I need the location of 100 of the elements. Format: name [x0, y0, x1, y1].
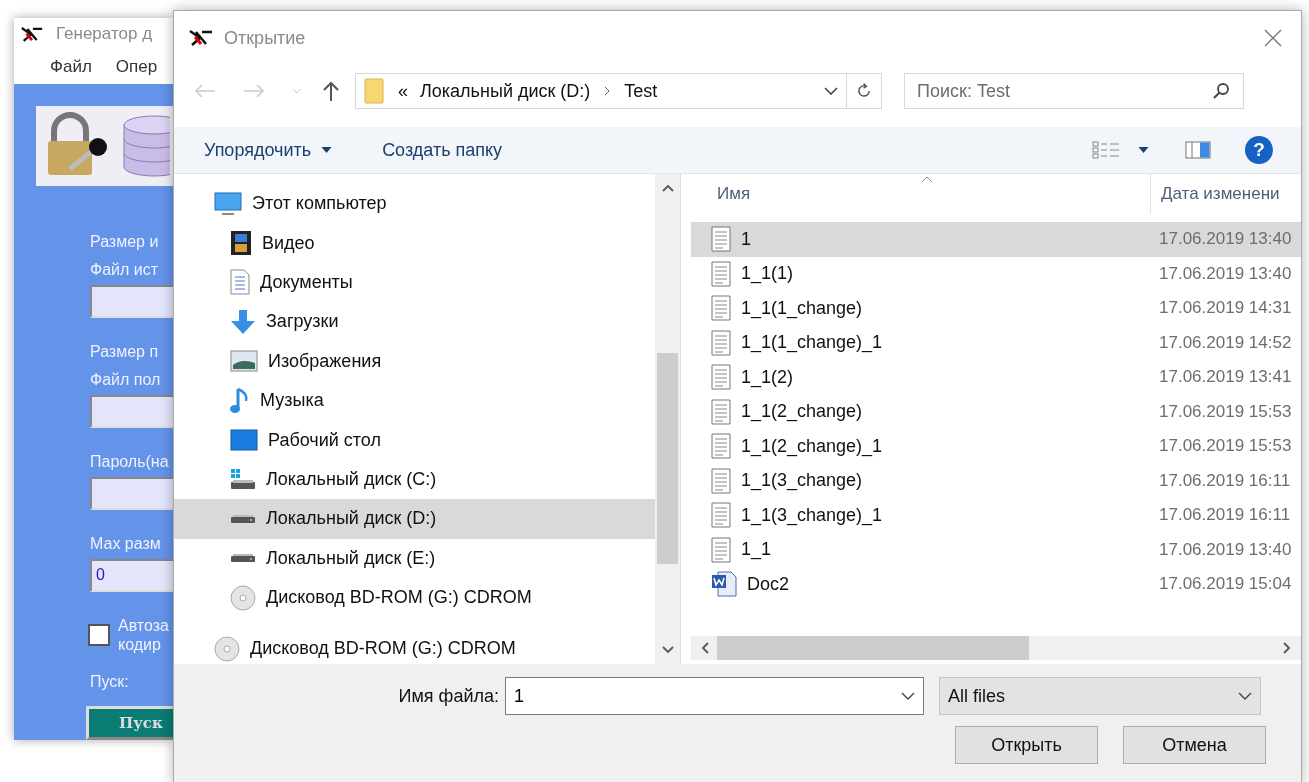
nav-item[interactable]: Видео	[174, 223, 655, 263]
file-date: 17.06.2019 13:40	[1159, 263, 1293, 284]
text-file-icon	[711, 364, 731, 391]
file-row[interactable]: 1_1(1_change) 17.06.2019 14:31	[691, 291, 1301, 326]
cancel-button[interactable]: Отмена	[1123, 726, 1266, 764]
folder-icon	[364, 78, 384, 104]
nav-item[interactable]: Этот компьютер	[174, 184, 655, 224]
file-name-field[interactable]: 1	[505, 677, 924, 715]
open-button[interactable]: Открыть	[955, 726, 1098, 764]
scroll-left-icon[interactable]	[701, 642, 709, 654]
text-file-icon	[711, 398, 731, 425]
scroll-down-icon[interactable]	[661, 646, 674, 654]
nav-item[interactable]: Локальный диск (D:)	[174, 499, 655, 539]
file-row[interactable]: 1_1(2_change) 17.06.2019 15:53	[691, 394, 1301, 429]
file-date: 17.06.2019 14:52	[1159, 332, 1293, 353]
file-date: 17.06.2019 15:53	[1159, 401, 1293, 422]
disc-icon	[214, 636, 240, 662]
desktop-icon	[230, 429, 258, 452]
close-icon[interactable]	[1263, 28, 1283, 48]
file-row[interactable]: Doc2 17.06.2019 15:04	[691, 567, 1301, 602]
form-label: Размер п	[90, 342, 159, 362]
chevron-right-icon[interactable]	[604, 86, 611, 96]
form-label: Размер и	[90, 232, 159, 252]
file-row[interactable]: 1_1(1_change)_1 17.06.2019 14:52	[691, 325, 1301, 360]
file-date: 17.06.2019 13:40	[1159, 539, 1293, 560]
drive-icon	[230, 468, 256, 491]
caret-icon[interactable]	[1138, 147, 1149, 153]
column-header[interactable]: Дата изменени	[1150, 174, 1301, 214]
caret-icon	[321, 147, 333, 153]
scrollbar-thumb[interactable]	[657, 353, 678, 564]
input-field[interactable]: 0	[90, 559, 173, 592]
address-bar[interactable]: « Локальный диск (D:) Test	[355, 73, 882, 109]
nav-item[interactable]: Локальный диск (E:)	[174, 538, 655, 578]
nav-item[interactable]: Изображения	[174, 341, 655, 381]
nav-item[interactable]: Загрузки	[174, 302, 655, 342]
word-document-icon	[711, 571, 737, 598]
file-name: 1_1(3_change)_1	[741, 504, 883, 526]
start-button[interactable]: Пуск	[86, 706, 173, 740]
organize-menu[interactable]: Упорядочить	[204, 139, 333, 161]
form-label: Мах разм	[90, 534, 161, 554]
menu-item[interactable]: Опер	[115, 57, 158, 78]
file-date: 17.06.2019 15:04	[1159, 574, 1293, 595]
column-header[interactable]: Имя	[717, 184, 751, 204]
file-row[interactable]: 1_1(3_change)_1 17.06.2019 16:11	[691, 498, 1301, 533]
text-file-icon	[711, 536, 731, 563]
text-file-icon	[711, 329, 731, 356]
scroll-right-icon[interactable]	[1283, 642, 1291, 654]
disc-icon	[230, 584, 256, 611]
dialog-title: Открытие	[224, 27, 306, 49]
nav-item[interactable]: Документы	[174, 262, 655, 303]
logo-icon	[188, 29, 214, 47]
preview-pane-icon[interactable]	[1185, 141, 1211, 159]
file-row[interactable]: 1_1(2_change)_1 17.06.2019 15:53	[691, 429, 1301, 464]
file-type-dropdown[interactable]: All files	[939, 677, 1261, 715]
text-file-icon	[711, 502, 731, 529]
file-name: 1_1(2_change)	[741, 401, 863, 423]
film-icon	[230, 230, 252, 257]
nav-item[interactable]: Рабочий стол	[174, 420, 655, 460]
checkbox[interactable]	[88, 624, 110, 646]
file-date: 17.06.2019 14:31	[1159, 298, 1293, 319]
breadcrumb[interactable]: Test	[624, 80, 658, 102]
logo-icon	[20, 25, 44, 43]
music-note-icon	[230, 386, 250, 415]
up-arrow-icon[interactable]	[322, 81, 340, 101]
download-arrow-icon	[230, 308, 256, 335]
file-row[interactable]: 1_1 17.06.2019 13:40	[691, 532, 1301, 567]
sort-caret-icon	[921, 176, 933, 183]
toolbar-button[interactable]: Создать папку	[382, 139, 503, 161]
nav-item[interactable]: Локальный диск (C:)	[174, 459, 655, 500]
menu-item[interactable]: Файл	[50, 57, 92, 78]
nav-item[interactable]: Дисковод BD-ROM (G:) CDROM	[174, 577, 655, 618]
form-label: Файл ист	[90, 260, 159, 280]
monitor-icon	[214, 191, 242, 216]
help-button[interactable]: ?	[1245, 136, 1273, 164]
chevron-down-icon[interactable]	[901, 692, 915, 700]
overflow-chevrons[interactable]: «	[398, 80, 408, 102]
file-name: 1_1(2)	[741, 366, 794, 388]
nav-item[interactable]: Дисковод BD-ROM (G:) CDROM	[174, 629, 655, 669]
file-row[interactable]: 1_1(2) 17.06.2019 13:41	[691, 360, 1301, 395]
form-label: Файл пол	[90, 370, 161, 390]
drive-icon	[230, 553, 256, 564]
file-row[interactable]: 1 17.06.2019 13:40	[691, 222, 1301, 257]
search-field[interactable]: Поиск: Test	[904, 73, 1244, 109]
file-row[interactable]: 1_1(1) 17.06.2019 13:40	[691, 256, 1301, 291]
text-file-icon	[711, 260, 731, 287]
view-list-icon[interactable]	[1092, 141, 1120, 159]
nav-item[interactable]: Музыка	[174, 380, 655, 421]
file-name: 1_1(1_change)_1	[741, 332, 883, 354]
breadcrumb[interactable]: Локальный диск (D:)	[420, 80, 591, 102]
text-file-icon	[711, 295, 731, 322]
scroll-up-icon[interactable]	[661, 184, 674, 192]
chevron-down-icon[interactable]	[824, 87, 838, 95]
file-date: 17.06.2019 15:53	[1159, 436, 1293, 457]
scrollbar-thumb[interactable]	[717, 636, 1030, 660]
file-name: 1_1(2_change)_1	[741, 435, 883, 457]
document-icon	[230, 269, 250, 296]
picture-icon	[230, 350, 258, 373]
file-name: 1_1(1_change)	[741, 297, 863, 319]
window-title: Генератор д	[56, 24, 153, 45]
file-row[interactable]: 1_1(3_change) 17.06.2019 16:11	[691, 463, 1301, 498]
